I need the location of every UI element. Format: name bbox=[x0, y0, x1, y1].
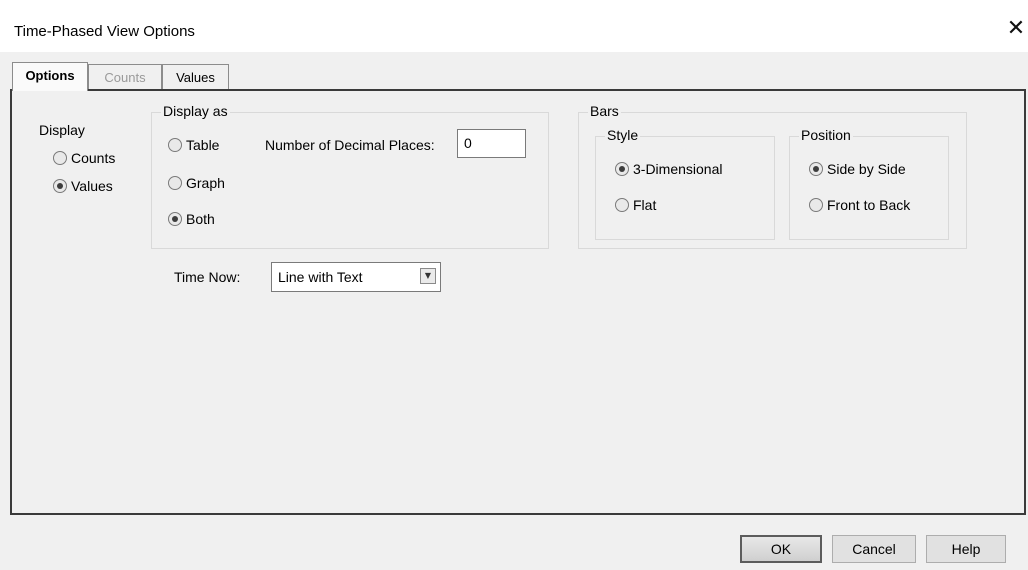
display-as-graph-radio[interactable]: Graph bbox=[168, 175, 225, 191]
display-as-table-radio[interactable]: Table bbox=[168, 137, 219, 153]
radio-button-icon bbox=[168, 212, 182, 226]
style-3d-radio[interactable]: 3-Dimensional bbox=[615, 161, 722, 177]
radio-label: Side by Side bbox=[827, 161, 906, 177]
display-values-radio[interactable]: Values bbox=[53, 178, 113, 194]
display-label: Display bbox=[39, 122, 85, 138]
decimal-places-input[interactable]: 0 bbox=[457, 129, 526, 158]
radio-label: 3-Dimensional bbox=[633, 161, 723, 177]
radio-label: Both bbox=[186, 211, 215, 227]
tab-options[interactable]: Options bbox=[12, 62, 88, 91]
time-now-label: Time Now: bbox=[174, 269, 241, 285]
bars-position-legend: Position bbox=[799, 127, 853, 144]
radio-button-icon bbox=[168, 176, 182, 190]
bars-style-group bbox=[595, 136, 775, 240]
help-button[interactable]: Help bbox=[926, 535, 1006, 563]
radio-button-icon bbox=[53, 179, 67, 193]
style-flat-radio[interactable]: Flat bbox=[615, 197, 656, 213]
tab-values[interactable]: Values bbox=[162, 64, 229, 90]
ok-button[interactable]: OK bbox=[740, 535, 822, 563]
cancel-button[interactable]: Cancel bbox=[832, 535, 916, 563]
radio-label: Table bbox=[186, 137, 220, 153]
radio-label: Graph bbox=[186, 175, 225, 191]
tab-counts[interactable]: Counts bbox=[88, 64, 162, 90]
display-as-legend: Display as bbox=[161, 103, 230, 120]
radio-button-icon bbox=[168, 138, 182, 152]
radio-label: Values bbox=[71, 178, 113, 194]
bars-position-group bbox=[789, 136, 949, 240]
radio-button-icon bbox=[809, 162, 823, 176]
radio-button-icon bbox=[615, 198, 629, 212]
decimal-places-label: Number of Decimal Places: bbox=[265, 137, 435, 153]
radio-button-icon bbox=[615, 162, 629, 176]
display-as-both-radio[interactable]: Both bbox=[168, 211, 215, 227]
window-title: Time-Phased View Options bbox=[14, 23, 195, 40]
radio-button-icon bbox=[53, 151, 67, 165]
position-side-by-side-radio[interactable]: Side by Side bbox=[809, 161, 906, 177]
bars-legend: Bars bbox=[588, 103, 621, 120]
options-panel: Display Counts Values Display as Table G… bbox=[10, 89, 1026, 515]
radio-button-icon bbox=[809, 198, 823, 212]
chevron-down-icon[interactable]: ▼ bbox=[420, 268, 436, 284]
radio-label: Front to Back bbox=[827, 197, 911, 213]
time-now-select[interactable]: Line with Text ▼ bbox=[271, 262, 441, 292]
time-now-value: Line with Text bbox=[278, 269, 363, 285]
radio-label: Counts bbox=[71, 150, 116, 166]
bars-style-legend: Style bbox=[605, 127, 641, 144]
display-counts-radio[interactable]: Counts bbox=[53, 150, 115, 166]
close-icon[interactable]: ✕ bbox=[1005, 18, 1027, 40]
radio-label: Flat bbox=[633, 197, 657, 213]
position-front-to-back-radio[interactable]: Front to Back bbox=[809, 197, 910, 213]
